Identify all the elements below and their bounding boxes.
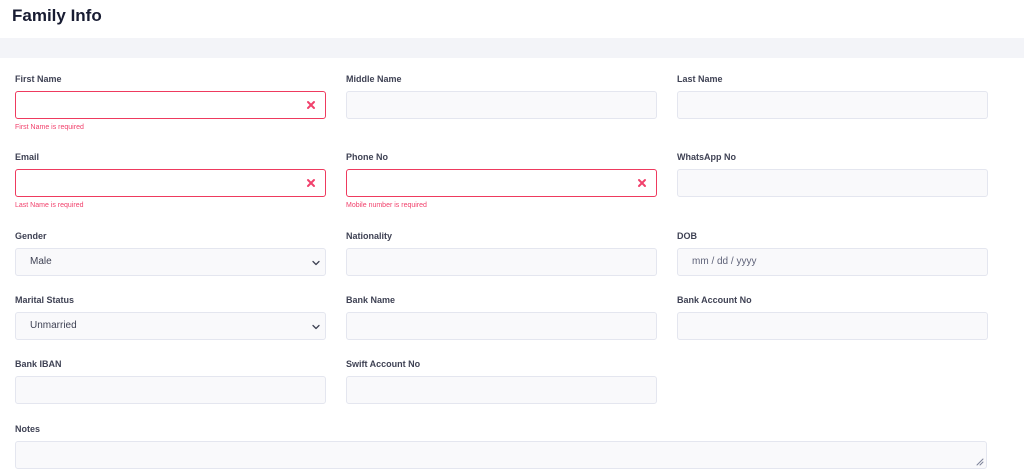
x-mark-icon bbox=[307, 101, 315, 109]
marital-status-field: Marital Status Unmarried bbox=[15, 295, 326, 340]
swift-field: Swift Account No bbox=[346, 359, 657, 404]
bank-name-label: Bank Name bbox=[346, 295, 396, 305]
notes-label: Notes bbox=[15, 424, 41, 434]
email-input[interactable] bbox=[15, 169, 326, 197]
nationality-input[interactable] bbox=[346, 248, 657, 276]
email-error: Last Name is required bbox=[15, 202, 84, 209]
phone-input[interactable] bbox=[346, 169, 657, 197]
bank-account-input[interactable] bbox=[677, 312, 988, 340]
bank-iban-label: Bank IBAN bbox=[15, 359, 62, 369]
chevron-down-icon bbox=[312, 324, 320, 330]
header-divider-strip bbox=[0, 38, 1024, 58]
gender-label: Gender bbox=[15, 231, 47, 241]
swift-input[interactable] bbox=[346, 376, 657, 404]
bank-iban-field: Bank IBAN bbox=[15, 359, 326, 404]
whatsapp-field: WhatsApp No bbox=[677, 152, 988, 197]
middle-name-input[interactable] bbox=[346, 91, 657, 119]
bank-account-field: Bank Account No bbox=[677, 295, 988, 340]
chevron-down-icon bbox=[312, 260, 320, 266]
notes-field: Notes bbox=[15, 424, 987, 469]
middle-name-field: Middle Name bbox=[346, 74, 657, 119]
email-label: Email bbox=[15, 152, 40, 162]
first-name-label: First Name bbox=[15, 74, 62, 84]
swift-label: Swift Account No bbox=[346, 359, 421, 369]
nationality-label: Nationality bbox=[346, 231, 393, 241]
last-name-field: Last Name bbox=[677, 74, 988, 119]
phone-label: Phone No bbox=[346, 152, 388, 162]
dob-placeholder: mm / dd / yyyy bbox=[692, 256, 757, 267]
whatsapp-input[interactable] bbox=[677, 169, 988, 197]
x-mark-icon bbox=[307, 179, 315, 187]
middle-name-label: Middle Name bbox=[346, 74, 402, 84]
notes-textarea[interactable] bbox=[15, 441, 987, 469]
last-name-input[interactable] bbox=[677, 91, 988, 119]
dob-input[interactable]: mm / dd / yyyy bbox=[677, 248, 988, 276]
bank-name-field: Bank Name bbox=[346, 295, 657, 340]
marital-status-select[interactable]: Unmarried bbox=[15, 312, 326, 340]
email-field: Email Last Name is required bbox=[15, 152, 326, 210]
first-name-input[interactable] bbox=[15, 91, 326, 119]
x-mark-icon bbox=[638, 179, 646, 187]
resize-grip-icon[interactable] bbox=[975, 457, 984, 466]
whatsapp-label: WhatsApp No bbox=[677, 152, 736, 162]
bank-name-input[interactable] bbox=[346, 312, 657, 340]
first-name-error: First Name is required bbox=[15, 124, 84, 131]
nationality-field: Nationality bbox=[346, 231, 657, 276]
phone-field: Phone No Mobile number is required bbox=[346, 152, 657, 210]
page-title: Family Info bbox=[12, 6, 102, 25]
marital-status-selected: Unmarried bbox=[30, 320, 77, 331]
marital-status-label: Marital Status bbox=[15, 295, 75, 305]
page-header: Family Info bbox=[0, 0, 1024, 38]
gender-selected: Male bbox=[30, 256, 52, 267]
bank-iban-input[interactable] bbox=[15, 376, 326, 404]
phone-error: Mobile number is required bbox=[346, 202, 427, 209]
first-name-field: First Name First Name is required bbox=[15, 74, 326, 132]
gender-field: Gender Male bbox=[15, 231, 326, 276]
dob-label: DOB bbox=[677, 231, 697, 241]
gender-select[interactable]: Male bbox=[15, 248, 326, 276]
last-name-label: Last Name bbox=[677, 74, 723, 84]
dob-field: DOB mm / dd / yyyy bbox=[677, 231, 988, 276]
bank-account-label: Bank Account No bbox=[677, 295, 752, 305]
